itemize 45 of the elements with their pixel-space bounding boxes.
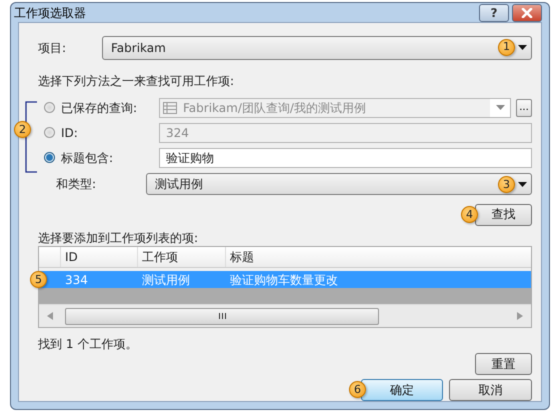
column-header[interactable]: 工作项 bbox=[138, 247, 226, 267]
cancel-button[interactable]: 取消 bbox=[449, 379, 532, 401]
dropdown-value: 测试用例 bbox=[155, 177, 203, 191]
callout-marker: 4 bbox=[461, 206, 478, 223]
caret-icon bbox=[518, 182, 527, 186]
list-icon bbox=[163, 102, 177, 114]
callout-marker: 5 bbox=[30, 271, 47, 288]
project-dropdown[interactable]: Fabrikam 1 bbox=[102, 36, 532, 60]
dropdown-value: Fabrikam bbox=[111, 40, 166, 54]
table-cell-text: 334 bbox=[64, 272, 89, 288]
scroll-thumb[interactable] bbox=[65, 308, 379, 324]
dropdown-value: Fabrikam/团队查询/我的测试用例 bbox=[183, 100, 367, 114]
status-text: 找到 1 个工作项。 bbox=[37, 337, 138, 351]
column-header[interactable]: 标题 bbox=[226, 247, 531, 267]
close-button[interactable] bbox=[512, 4, 542, 22]
callout-marker: 3 bbox=[498, 176, 515, 193]
close-icon bbox=[521, 8, 533, 18]
callout-marker: 1 bbox=[498, 38, 515, 56]
callout-marker: 2 bbox=[14, 121, 31, 138]
caret-icon bbox=[496, 105, 504, 110]
table-cell-text: 验证购物车数量更改 bbox=[229, 272, 339, 288]
grip-icon bbox=[218, 313, 226, 319]
horizontal-scrollbar[interactable] bbox=[39, 304, 531, 327]
callout-marker: 6 bbox=[349, 381, 366, 398]
radio-label: ID: bbox=[60, 126, 79, 140]
bracket-line bbox=[24, 101, 38, 173]
scroll-right-icon bbox=[517, 312, 523, 320]
help-button[interactable]: ? bbox=[479, 4, 509, 22]
type-dropdown[interactable]: 测试用例 3 bbox=[146, 173, 532, 195]
column-header[interactable]: ID bbox=[61, 247, 138, 267]
field-label: 和类型: bbox=[55, 177, 98, 191]
list-label: 选择要添加到工作项列表的项: bbox=[37, 231, 200, 245]
radio-button[interactable] bbox=[44, 152, 55, 163]
scroll-left-icon bbox=[47, 312, 53, 320]
radio-label: 标题包含: bbox=[60, 150, 114, 164]
caret-icon bbox=[518, 45, 527, 50]
window-title: 工作项选取器 bbox=[14, 6, 86, 20]
text-field[interactable]: 验证购物 bbox=[159, 148, 532, 168]
find-button[interactable]: 查找 bbox=[475, 204, 532, 226]
field-label: 项目: bbox=[37, 40, 68, 54]
table-cell-text: 测试用例 bbox=[141, 272, 191, 288]
reset-button[interactable]: 重置 bbox=[475, 353, 532, 375]
radio-label: 已保存的查询: bbox=[60, 100, 138, 114]
instruction-text: 选择下列方法之一来查找可用工作项: bbox=[37, 74, 236, 88]
ok-button[interactable]: 确定 bbox=[361, 379, 443, 401]
